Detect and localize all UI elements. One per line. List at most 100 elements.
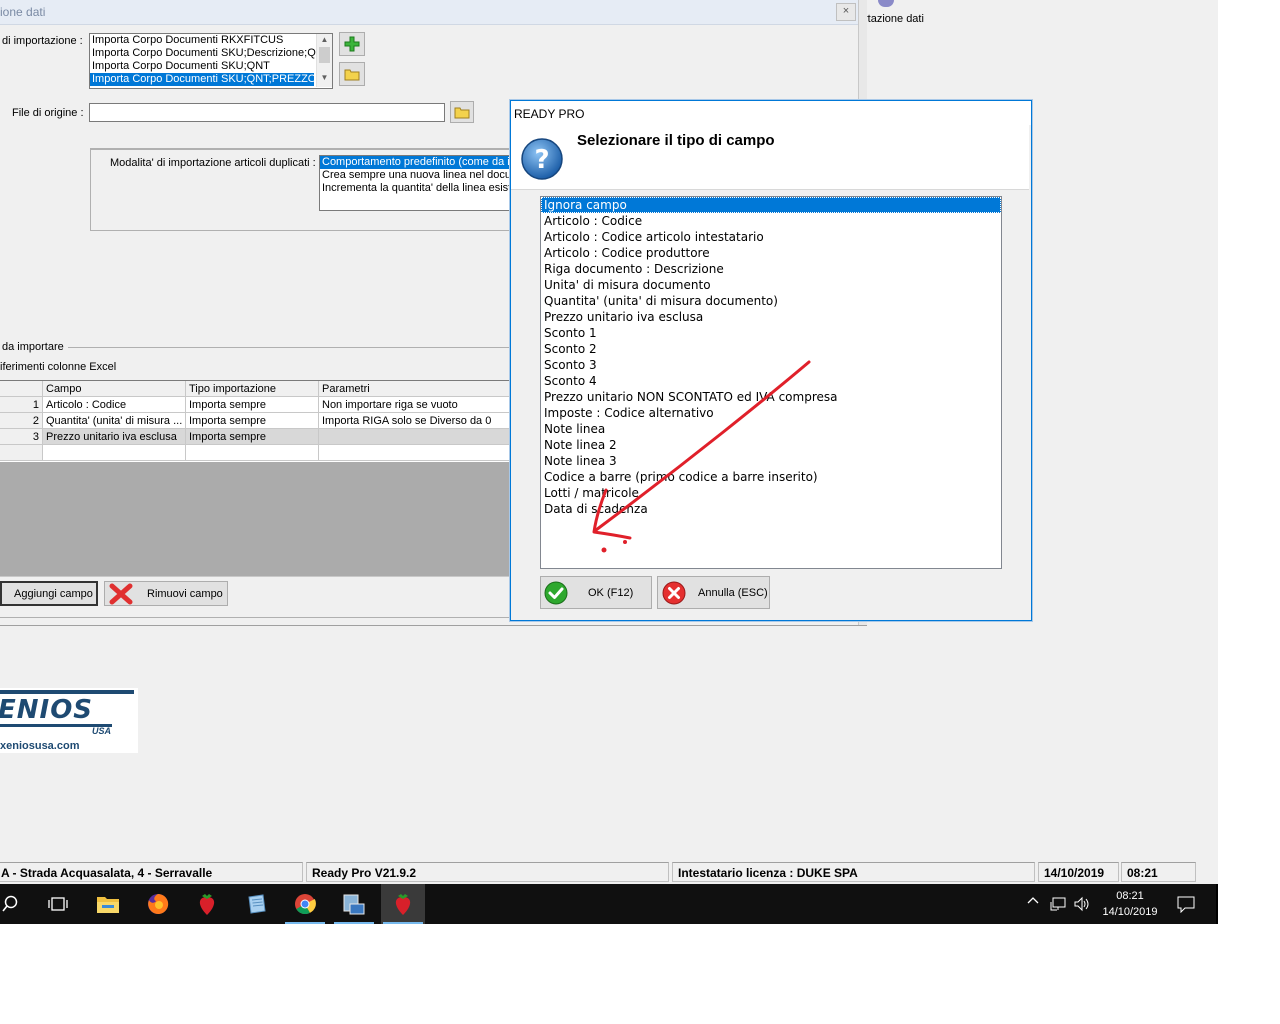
taskbar-firefox[interactable]: [136, 884, 180, 924]
desktop-icon-label: rtazione dati: [864, 13, 924, 25]
dialog-header: ? Selezionare il tipo di campo: [511, 125, 1029, 190]
grid-cell-parametri[interactable]: Importa RIGA solo se Diverso da 0: [319, 413, 512, 429]
question-icon: ?: [521, 138, 563, 180]
taskbar: 08:21 14/10/2019: [0, 884, 1218, 924]
strawberry-icon: [395, 894, 411, 915]
remove-x-icon: [109, 583, 133, 604]
taskbar-notepad-app[interactable]: [234, 884, 278, 924]
browse-file-button[interactable]: [450, 101, 474, 123]
desktop-icon-import[interactable]: rtazione dati: [864, 0, 958, 30]
taskbar-task-view[interactable]: [36, 884, 80, 924]
field-type-option[interactable]: Prezzo unitario iva esclusa: [541, 309, 1001, 325]
status-version: Ready Pro V21.9.2: [306, 862, 669, 882]
folder-icon: [97, 897, 119, 913]
annotation-arrow: [592, 360, 811, 553]
grid-cell-tipo[interactable]: Importa sempre: [186, 397, 319, 413]
add-import-type-button[interactable]: [339, 32, 365, 56]
grid-cell-campo[interactable]: Quantita' (unita' di misura ...: [43, 413, 186, 429]
source-file-input[interactable]: [89, 103, 445, 122]
dialog-titlebar: READY PRO: [511, 101, 1031, 125]
grid-empty-cell[interactable]: [186, 445, 319, 461]
import-type-item[interactable]: Importa Corpo Documenti SKU;QNT: [90, 60, 332, 73]
open-import-type-button[interactable]: [339, 62, 365, 86]
field-type-option[interactable]: Riga documento : Descrizione: [541, 261, 1001, 277]
scroll-up-icon[interactable]: ▲: [317, 34, 332, 46]
check-icon: [544, 581, 568, 604]
grid-cell-campo[interactable]: Prezzo unitario iva esclusa: [43, 429, 186, 445]
field-type-option-selected[interactable]: Ignora campo: [541, 197, 1001, 213]
logo-url: xeniosusa.com: [0, 740, 80, 752]
grid-empty-cell[interactable]: [319, 445, 512, 461]
database-icon: [878, 0, 894, 7]
remove-field-button[interactable]: Rimuovi campo: [104, 581, 228, 606]
field-type-option[interactable]: Articolo : Codice articolo intestatario: [541, 229, 1001, 245]
grid-empty-cell[interactable]: [43, 445, 186, 461]
taskbar-strawberry-app[interactable]: [185, 884, 229, 924]
grid-header-parametri[interactable]: Parametri: [319, 381, 512, 397]
scroll-thumb[interactable]: [319, 47, 330, 63]
logo-stripe: [0, 690, 134, 694]
field-type-option[interactable]: Sconto 1: [541, 325, 1001, 341]
tray-clock[interactable]: 08:21 14/10/2019: [1098, 888, 1162, 920]
logo-brand: ENIOS: [0, 695, 94, 725]
taskbar-readypro-active[interactable]: [381, 884, 425, 924]
plus-icon: [344, 36, 360, 52]
duplicates-option[interactable]: Incrementa la quantita' della linea esis…: [320, 182, 512, 195]
grid-header-index: [0, 381, 43, 397]
remote-desktop-icon: [343, 894, 365, 915]
duplicates-list[interactable]: Comportamento predefinito (come da in Cr…: [319, 155, 512, 211]
grid-cell-tipo[interactable]: Importa sempre: [186, 429, 319, 445]
grid-cell-campo[interactable]: Articolo : Codice: [43, 397, 186, 413]
firefox-icon: [148, 893, 169, 914]
taskbar-search[interactable]: [0, 884, 32, 924]
notepad-icon: [248, 894, 266, 914]
search-icon: [2, 895, 18, 912]
tray-time: 08:21: [1116, 890, 1144, 902]
list-scrollbar[interactable]: ▲ ▼: [316, 34, 332, 87]
grid-header-campo[interactable]: Campo: [43, 381, 186, 397]
add-field-button[interactable]: Aggiungi campo: [0, 581, 98, 606]
grid-empty-area: [0, 462, 512, 576]
taskbar-chrome[interactable]: [283, 884, 327, 924]
grid-cell-parametri[interactable]: Non importare riga se vuoto: [319, 397, 512, 413]
duplicates-option-selected[interactable]: Comportamento predefinito (come da in: [320, 156, 512, 169]
tray-network-icon[interactable]: [1049, 896, 1067, 915]
taskbar-file-explorer[interactable]: [86, 884, 130, 924]
duplicates-option[interactable]: Crea sempre una nuova linea nel docum: [320, 169, 512, 182]
taskbar-remote-desktop[interactable]: [332, 884, 376, 924]
cancel-button[interactable]: Annulla (ESC): [657, 576, 770, 609]
import-type-item-selected[interactable]: Importa Corpo Documenti SKU;QNT;PREZZO: [90, 73, 316, 86]
cancel-icon: [662, 581, 686, 604]
grid-header-tipo[interactable]: Tipo importazione: [186, 381, 319, 397]
field-type-option[interactable]: Articolo : Codice produttore: [541, 245, 1001, 261]
company-logo: ENIOS USA xeniosusa.com: [0, 688, 138, 753]
excel-refs-checkbox-label[interactable]: iferimenti colonne Excel: [0, 361, 116, 373]
source-file-label: File di origine :: [12, 107, 84, 119]
field-type-option[interactable]: Unita' di misura documento: [541, 277, 1001, 293]
tray-volume-icon[interactable]: [1073, 896, 1091, 915]
window-close-button[interactable]: ×: [836, 3, 856, 21]
grid-cell-tipo[interactable]: Importa sempre: [186, 413, 319, 429]
field-type-option[interactable]: Articolo : Codice: [541, 213, 1001, 229]
scroll-track: [317, 64, 332, 72]
svg-text:?: ?: [534, 145, 549, 175]
status-bar: A - Strada Acquasalata, 4 - Serravalle R…: [0, 860, 1218, 884]
tray-chevron-icon[interactable]: [1026, 895, 1042, 913]
status-address: A - Strada Acquasalata, 4 - Serravalle: [0, 862, 303, 882]
grid-empty-cell: [0, 445, 43, 461]
import-type-list[interactable]: Importa Corpo Documenti RKXFITCUS Import…: [89, 33, 333, 89]
duplicates-label: Modalita' di importazione articoli dupli…: [110, 157, 316, 169]
notification-icon[interactable]: [1176, 895, 1196, 916]
grid-cell-parametri[interactable]: [319, 429, 512, 445]
import-type-item[interactable]: Importa Corpo Documenti RKXFITCUS: [90, 34, 332, 47]
grid-row-index: 1: [0, 397, 43, 413]
chrome-icon: [295, 894, 316, 915]
scroll-down-icon[interactable]: ▼: [317, 72, 332, 84]
ok-button[interactable]: OK (F12): [540, 576, 652, 609]
screen-edge: [1216, 884, 1218, 924]
cancel-button-label: Annulla (ESC): [698, 586, 768, 599]
grid-bottom-divider: [0, 576, 512, 577]
import-type-item[interactable]: Importa Corpo Documenti SKU;Descrizione;…: [90, 47, 332, 60]
field-type-option[interactable]: Quantita' (unita' di misura documento): [541, 293, 1001, 309]
window-titlebar: ione dati ×: [0, 0, 858, 25]
